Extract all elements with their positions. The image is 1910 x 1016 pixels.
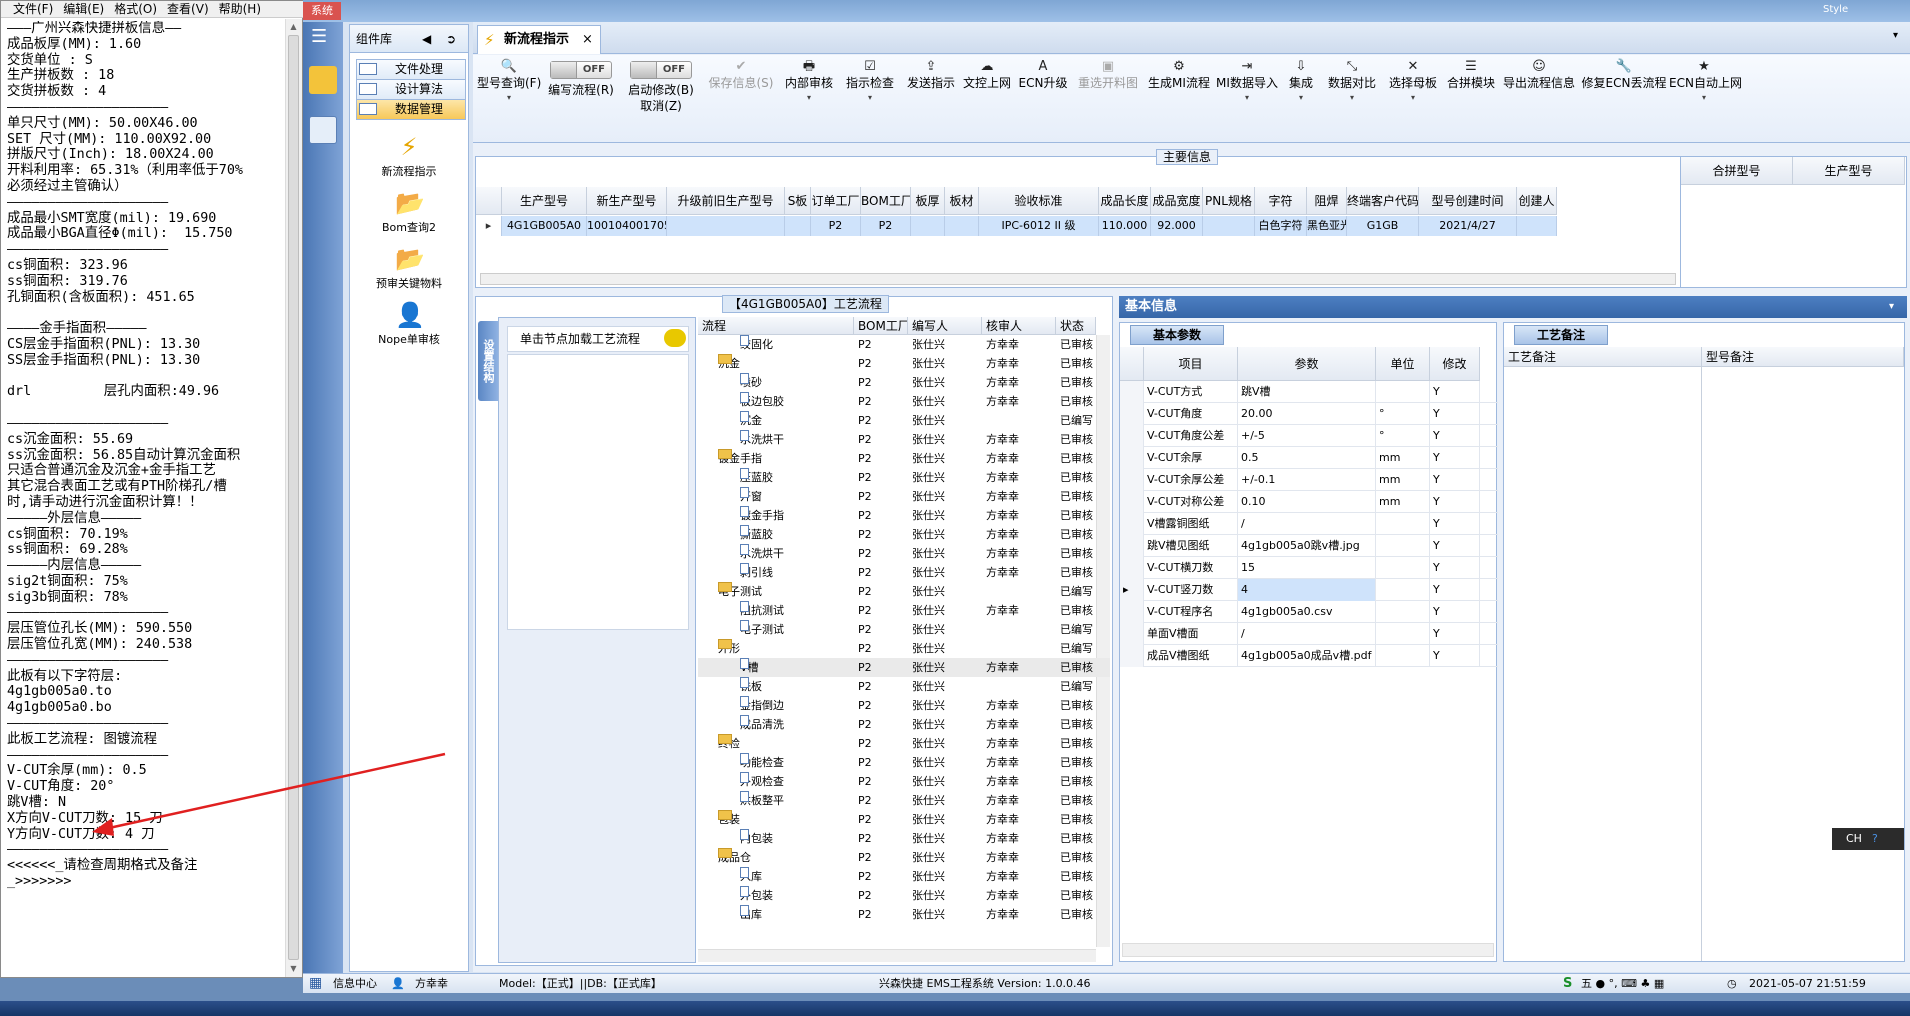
red-arrow-annotation: [92, 752, 446, 836]
